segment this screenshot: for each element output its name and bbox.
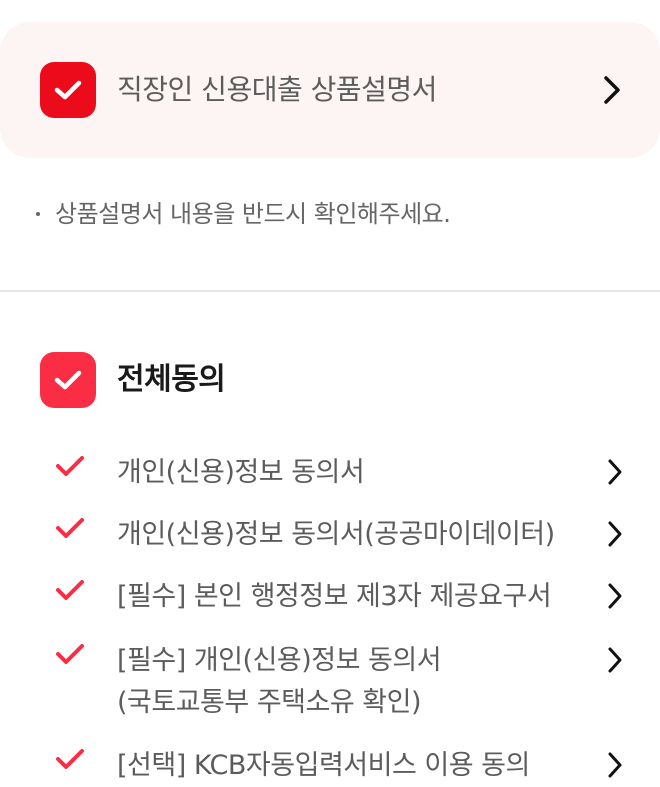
check-mark-icon[interactable]: [55, 748, 85, 772]
check-mark-icon[interactable]: [55, 643, 85, 667]
chevron-right-icon[interactable]: [604, 749, 626, 781]
agreement-item-label: 개인(신용)정보 동의서(공공마이데이터): [117, 519, 555, 550]
chevron-right-icon[interactable]: [598, 72, 626, 108]
product-notice-text: 상품설명서 내용을 반드시 확인해주세요.: [55, 200, 451, 228]
all-agree-check-box-icon[interactable]: [40, 352, 96, 408]
chevron-right-icon[interactable]: [604, 456, 626, 488]
check-mark-icon[interactable]: [55, 579, 85, 603]
chevron-right-icon[interactable]: [604, 580, 626, 612]
check-mark-icon[interactable]: [55, 517, 85, 541]
agreement-item-label: [필수] 본인 행정정보 제3자 제공요구서: [117, 581, 552, 612]
check-mark-icon[interactable]: [55, 455, 85, 479]
agreement-item-label: [필수] 개인(신용)정보 동의서 (국토교통부 주택소유 확인): [117, 645, 442, 718]
chevron-right-icon[interactable]: [604, 518, 626, 550]
agreement-item-label: [선택] KCB자동입력서비스 이용 동의: [117, 750, 530, 781]
section-divider: [0, 290, 660, 292]
product-check-box-icon[interactable]: [40, 62, 96, 118]
agreement-item-label: 개인(신용)정보 동의서: [117, 457, 365, 488]
bullet-icon: [36, 212, 40, 216]
all-agree-label: 전체동의: [117, 362, 226, 397]
product-description-card[interactable]: 직장인 신용대출 상품설명서: [0, 22, 660, 158]
product-title: 직장인 신용대출 상품설명서: [117, 73, 437, 106]
product-notice: 상품설명서 내용을 반드시 확인해주세요.: [36, 197, 451, 231]
chevron-right-icon[interactable]: [604, 644, 626, 676]
